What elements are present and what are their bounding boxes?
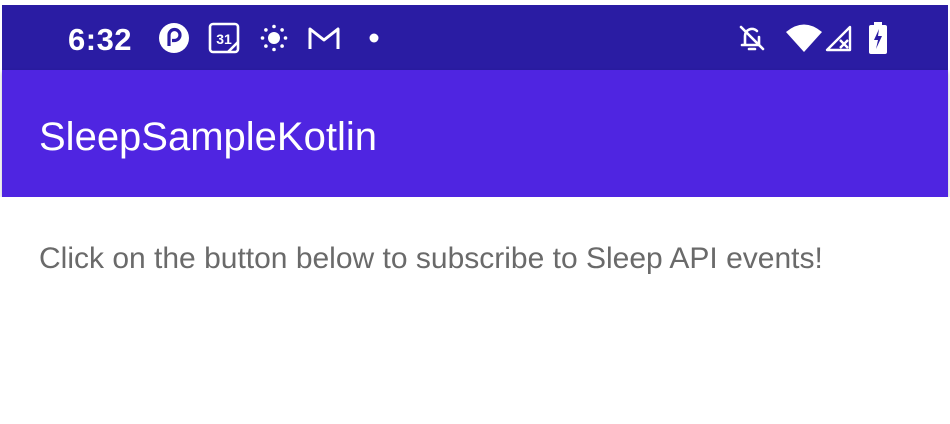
pocket-casts-icon xyxy=(157,21,191,55)
cell-signal-off-icon xyxy=(822,21,856,55)
battery-charging-icon xyxy=(866,21,890,55)
notification-dot-icon xyxy=(366,21,382,55)
calendar-icon: 31 xyxy=(206,21,242,55)
app-title: SleepSampleKotlin xyxy=(39,115,377,159)
instruction-text: Click on the button below to subscribe t… xyxy=(39,242,823,275)
app-bar: SleepSampleKotlin xyxy=(2,70,948,197)
status-time: 6:32 xyxy=(68,22,133,57)
notifications-off-icon xyxy=(735,21,769,55)
gmail-icon xyxy=(306,21,342,55)
main-content: Click on the button below to subscribe t… xyxy=(0,197,950,424)
app-screen: 6:32 31 SleepSampleKotlin Click on the b… xyxy=(0,0,950,424)
status-bar: 6:32 31 xyxy=(2,5,948,70)
calendar-day: 31 xyxy=(216,31,232,47)
wifi-icon xyxy=(784,21,824,55)
brightness-icon xyxy=(258,21,290,55)
